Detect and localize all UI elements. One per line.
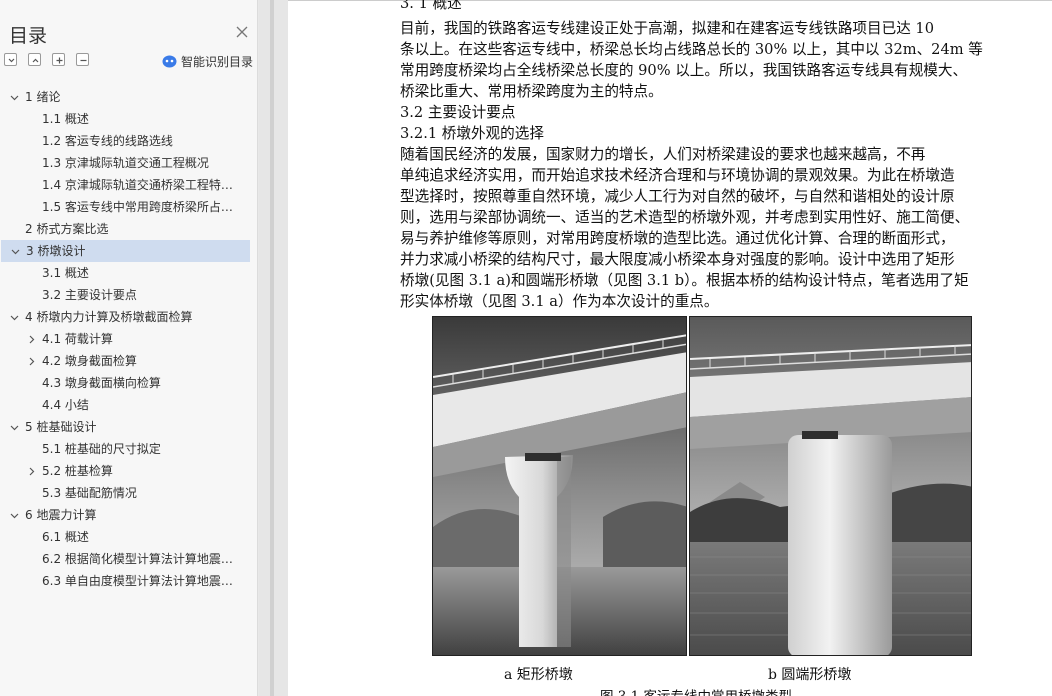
- paragraph-line: 则，选用与梁部协调统一、适当的艺术造型的桥墩外观，并考虑到实用性好、施工简便、: [400, 209, 970, 226]
- toc-item[interactable]: 1.3 京津城际轨道交通工程概况: [0, 152, 258, 174]
- toc-item[interactable]: 6 地震力计算: [0, 504, 258, 526]
- toc-item-label: 1 绪论: [25, 90, 61, 104]
- toc-item[interactable]: 3 桥墩设计: [1, 240, 250, 262]
- paragraph-line: 随着国民经济的发展，国家财力的增长，人们对桥梁建设的要求也越来越高，不再: [400, 146, 926, 163]
- chevron-right-icon[interactable]: [27, 357, 36, 366]
- toc-item-label: 6.3 单自由度模型计算法计算地震…: [42, 574, 233, 588]
- ai-recognize-icon: [162, 55, 177, 67]
- chevron-down-icon[interactable]: [10, 511, 19, 520]
- toc-item-label: 6.1 概述: [42, 530, 89, 544]
- toc-item[interactable]: 1.2 客运专线的线路选线: [0, 130, 258, 152]
- toc-item[interactable]: 4.3 墩身截面横向检算: [0, 372, 258, 394]
- paragraph-line: 常用跨度桥梁均占全线桥梁总长度的 90% 以上。所以，我国铁路客运专线具有规模大…: [400, 62, 968, 79]
- paragraph-line: 3.2 主要设计要点: [400, 104, 516, 121]
- toc-item-label: 3 桥墩设计: [26, 244, 86, 258]
- paragraph-line: 型选择时，按照尊重自然环境，减少人工行为对自然的破坏，与自然和谐相处的设计原: [400, 188, 955, 205]
- toc-item-label: 6 地震力计算: [25, 508, 97, 522]
- paragraph-line: 桥梁比重大、常用桥梁跨度为主的特点。: [400, 83, 663, 100]
- chevron-right-icon[interactable]: [27, 467, 36, 476]
- smart-toc-button[interactable]: 智能识别目录: [162, 52, 253, 70]
- toc-item[interactable]: 4.1 荷载计算: [0, 328, 258, 350]
- paragraph-line: 易与养护维修等原则，对常用跨度桥墩的造型比选。通过优化计算、合理的断面形式，: [400, 230, 955, 247]
- toc-item-label: 6.2 根据简化模型计算法计算地震…: [42, 552, 233, 566]
- toc-item-label: 3.2 主要设计要点: [42, 288, 137, 302]
- figure-title: 图 3.1 客运专线中常用桥墩类型: [600, 685, 792, 696]
- chevron-down-icon[interactable]: [10, 423, 19, 432]
- toc-item[interactable]: 6.1 概述: [0, 526, 258, 548]
- toc-item[interactable]: 5.1 桩基础的尺寸拟定: [0, 438, 258, 460]
- paragraph-line: 并力求减小桥梁的结构尺寸，最大限度减小桥梁本身对强度的影响。设计中选用了矩形: [400, 251, 955, 268]
- toc-item[interactable]: 5.3 基础配筋情况: [0, 482, 258, 504]
- photo-rectangular-pier: [432, 316, 687, 656]
- toc-item[interactable]: 1 绪论: [0, 86, 258, 108]
- sidebar-toolbar: 智能识别目录: [0, 52, 258, 70]
- toc-item-label: 4.2 墩身截面检算: [42, 354, 137, 368]
- caption-a: a 矩形桥墩: [504, 667, 573, 683]
- toc-item-label: 5 桩基础设计: [25, 420, 97, 434]
- toc-item-label: 3.1 概述: [42, 266, 89, 280]
- toc-item-label: 4.3 墩身截面横向检算: [42, 376, 161, 390]
- sidebar-header: 目录: [0, 0, 258, 47]
- toc-item-label: 5.3 基础配筋情况: [42, 486, 137, 500]
- toc-item-label: 1.1 概述: [42, 112, 89, 126]
- toc-item[interactable]: 2 桥式方案比选: [0, 218, 258, 240]
- toc-item-label: 4.1 荷载计算: [42, 332, 113, 346]
- paragraph-line: 目前，我国的铁路客运专线建设正处于高潮，拟建和在建客运专线铁路项目已达 10: [400, 20, 934, 37]
- toc-item-label: 2 桥式方案比选: [25, 222, 109, 236]
- figure-3-1: a 矩形桥墩 b 圆端形桥墩: [432, 316, 972, 683]
- paragraph-line: 桥墩(见图 3.1 a)和圆端形桥墩（见图 3.1 b）。根据本桥的结构设计特点…: [400, 272, 969, 289]
- paragraph-line: 形实体桥墩（见图 3.1 a）作为本次设计的重点。: [400, 293, 719, 310]
- toc-item[interactable]: 5.2 桩基检算: [0, 460, 258, 482]
- toc-item-label: 5.1 桩基础的尺寸拟定: [42, 442, 161, 456]
- toc-item-label: 1.5 客运专线中常用跨度桥梁所占…: [42, 200, 233, 214]
- smart-toc-label: 智能识别目录: [181, 54, 254, 69]
- toc-item[interactable]: 3.2 主要设计要点: [0, 284, 258, 306]
- chevron-down-icon[interactable]: [10, 313, 19, 322]
- sidebar-title: 目录: [9, 25, 48, 47]
- toc-item[interactable]: 5 桩基础设计: [0, 416, 258, 438]
- toc-item-label: 4.4 小结: [42, 398, 89, 412]
- toc-item-label: 1.3 京津城际轨道交通工程概况: [42, 156, 209, 170]
- toc-item-label: 4 桥墩内力计算及桥墩截面检算: [25, 310, 193, 324]
- toc-item[interactable]: 4 桥墩内力计算及桥墩截面检算: [0, 306, 258, 328]
- chevron-right-icon[interactable]: [27, 335, 36, 344]
- page-shadow: [270, 0, 274, 696]
- sidebar-scrollbar[interactable]: [251, 0, 258, 696]
- toc-item-label: 5.2 桩基检算: [42, 464, 113, 478]
- toc-item[interactable]: 6.2 根据简化模型计算法计算地震…: [0, 548, 258, 570]
- toc-item[interactable]: 1.4 京津城际轨道交通桥梁工程特…: [0, 174, 258, 196]
- toc-item-label: 1.2 客运专线的线路选线: [42, 134, 173, 148]
- paragraph-line: 条以上。在这些客运专线中，桥梁总长均占线路总长的 30% 以上，其中以 32m、…: [400, 41, 983, 58]
- caption-b: b 圆端形桥墩: [768, 667, 852, 683]
- toc-item[interactable]: 4.2 墩身截面检算: [0, 350, 258, 372]
- document-page: 3. 1 概述 目前，我国的铁路客运专线建设正处于高潮，拟建和在建客运专线铁路项…: [288, 0, 1052, 696]
- expand-down-icon[interactable]: [4, 53, 17, 66]
- toc-item[interactable]: 6.3 单自由度模型计算法计算地震…: [0, 570, 258, 592]
- paragraph-line: 3. 1 概述: [400, 0, 462, 12]
- toc-item[interactable]: 1.1 概述: [0, 108, 258, 130]
- toc-item[interactable]: 4.4 小结: [0, 394, 258, 416]
- toc-sidebar: 目录 智能识别目录 1 绪论 1.1 概述 1.2 客运专线的线路选线 1.3 京津城…: [0, 0, 258, 696]
- collapse-up-icon[interactable]: [28, 53, 41, 66]
- paragraph-line: 3.2.1 桥墩外观的选择: [400, 125, 544, 142]
- toc-item[interactable]: 1.5 客运专线中常用跨度桥梁所占…: [0, 196, 258, 218]
- chevron-down-icon[interactable]: [10, 93, 19, 102]
- close-icon[interactable]: [235, 24, 249, 38]
- remove-entry-icon[interactable]: [76, 53, 89, 66]
- toc-item[interactable]: 3.1 概述: [0, 262, 258, 284]
- chevron-down-icon[interactable]: [11, 247, 20, 256]
- toc-list: 1 绪论 1.1 概述 1.2 客运专线的线路选线 1.3 京津城际轨道交通工程概况 1…: [0, 86, 258, 592]
- toc-item-label: 1.4 京津城际轨道交通桥梁工程特…: [42, 178, 233, 192]
- add-entry-icon[interactable]: [52, 53, 65, 66]
- photo-round-ended-pier: [689, 316, 972, 656]
- paragraph-line: 单纯追求经济实用，而开始追求技术经济合理和与环境协调的景观效果。为此在桥墩造: [400, 167, 955, 184]
